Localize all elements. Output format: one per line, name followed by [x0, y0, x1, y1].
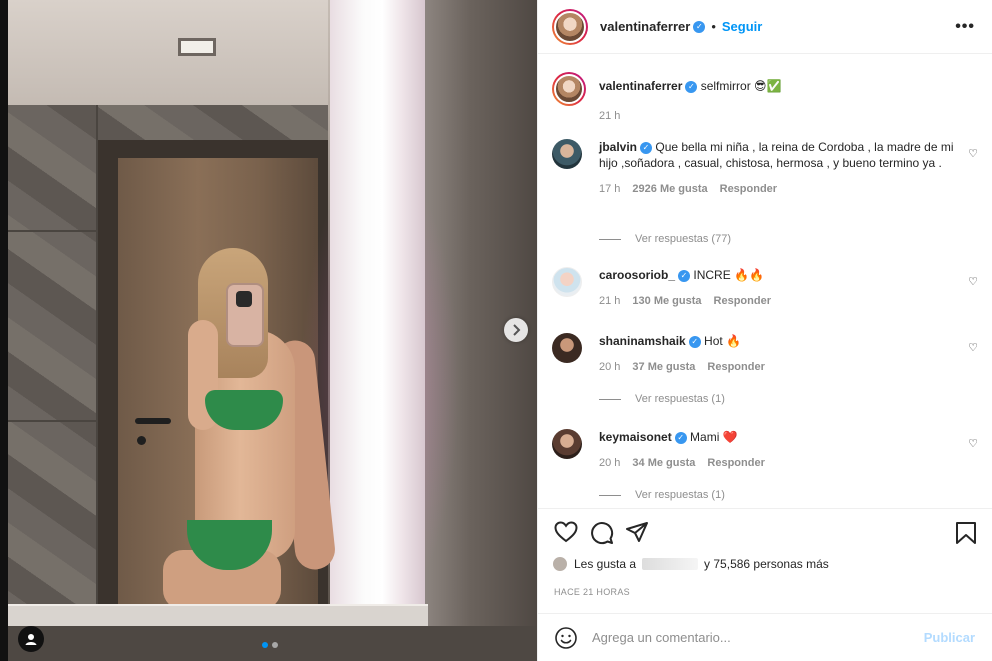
comment-like-heart-icon[interactable]: ♡ — [968, 275, 978, 288]
caption-text: selfmirror 😎✅ — [700, 79, 782, 93]
comment-time[interactable]: 20 h — [599, 359, 620, 375]
verified-icon: ✓ — [674, 431, 687, 444]
bookmark-icon[interactable] — [955, 521, 977, 545]
view-replies[interactable]: Ver respuestas (1) — [599, 489, 725, 501]
frame-edge — [0, 0, 8, 661]
comment-input[interactable] — [592, 630, 912, 645]
caption-body: valentinaferrer ✓ selfmirror 😎✅ 21 h — [599, 78, 964, 124]
comment-time[interactable]: 20 h — [599, 455, 620, 471]
chevron-right-icon — [513, 324, 521, 336]
emoji-icon[interactable] — [554, 626, 578, 650]
blurred-username — [642, 558, 699, 570]
caption-username[interactable]: valentinaferrer — [599, 79, 682, 93]
mirror-light — [330, 0, 425, 620]
share-icon[interactable] — [625, 521, 649, 543]
comment-body: caroosoriob_ ✓ INCRE 🔥🔥 21 h 130 Me gusta… — [599, 267, 964, 309]
tile-seam — [8, 420, 98, 422]
verified-icon: ✓ — [685, 80, 698, 93]
comment-likes[interactable]: 34 Me gusta — [632, 455, 695, 471]
verified-icon: ✓ — [688, 335, 701, 348]
comment-likes[interactable]: 37 Me gusta — [632, 359, 695, 375]
comment-text: Que bella mi niña , la reina de Cordoba … — [599, 140, 954, 170]
comment-time[interactable]: 17 h — [599, 181, 620, 197]
next-image-button[interactable] — [504, 318, 528, 342]
post-header: valentinaferrer ✓ • Seguir ••• — [538, 0, 992, 54]
likes-suffix[interactable]: y 75,586 personas más — [704, 557, 829, 571]
phone-camera — [236, 291, 252, 307]
separator-dot: • — [711, 19, 716, 34]
comment-username[interactable]: caroosoriob_ — [599, 268, 675, 282]
shelf — [8, 604, 428, 626]
replies-line — [599, 494, 621, 496]
comment-icon[interactable] — [590, 521, 614, 545]
avatar[interactable] — [552, 429, 582, 459]
comments-list[interactable]: valentinaferrer ✓ selfmirror 😎✅ 21 h jbal… — [538, 55, 992, 508]
replies-line — [599, 238, 621, 240]
comment-like-heart-icon[interactable]: ♡ — [968, 147, 978, 160]
verified-icon: ✓ — [640, 141, 653, 154]
comment-like-heart-icon[interactable]: ♡ — [968, 341, 978, 354]
view-replies-label[interactable]: Ver respuestas (77) — [635, 233, 731, 245]
carousel-dot — [262, 642, 268, 648]
caption-time[interactable]: 21 h — [599, 108, 620, 124]
comment-like-heart-icon[interactable]: ♡ — [968, 437, 978, 450]
comment-likes[interactable]: 130 Me gusta — [632, 293, 701, 309]
reply-button[interactable]: Responder — [720, 181, 777, 197]
publish-button[interactable]: Publicar — [924, 630, 975, 645]
replies-line — [599, 398, 621, 400]
action-bar — [538, 508, 992, 548]
comment-text: INCRE 🔥🔥 — [693, 268, 764, 282]
comment-body: keymaisonet ✓ Mami ❤️ 20 h 34 Me gusta Re… — [599, 429, 964, 471]
follow-button[interactable]: Seguir — [722, 19, 762, 34]
door-lock — [137, 436, 146, 445]
avatar[interactable] — [552, 8, 588, 45]
post-timestamp[interactable]: HACE 21 HORAS — [554, 587, 630, 597]
avatar — [552, 556, 568, 572]
liker-avatars — [552, 556, 568, 572]
ceiling-light — [178, 38, 216, 56]
view-replies-label[interactable]: Ver respuestas (1) — [635, 393, 725, 405]
comment-text: Hot 🔥 — [704, 334, 741, 348]
comment-username[interactable]: jbalvin — [599, 140, 637, 154]
verified-icon: ✓ — [693, 20, 706, 33]
user-tag-button[interactable] — [18, 626, 44, 652]
avatar[interactable] — [552, 267, 582, 297]
tile-seam — [8, 230, 98, 232]
door-handle — [135, 418, 171, 424]
comment-likes[interactable]: 2926 Me gusta — [632, 181, 707, 197]
view-replies[interactable]: Ver respuestas (77) — [599, 233, 731, 245]
avatar[interactable] — [552, 333, 582, 363]
ceiling — [8, 0, 328, 105]
author-username[interactable]: valentinaferrer — [600, 19, 690, 34]
heart-icon[interactable] — [554, 521, 578, 543]
likes-prefix: Les gusta a — [574, 557, 637, 571]
view-replies[interactable]: Ver respuestas (1) — [599, 393, 725, 405]
post-panel: valentinaferrer ✓ • Seguir ••• valentina… — [537, 0, 992, 661]
user-tag-icon — [25, 634, 37, 645]
reply-button[interactable]: Responder — [714, 293, 771, 309]
add-comment-bar: Publicar — [538, 613, 992, 661]
reply-button[interactable]: Responder — [707, 455, 764, 471]
post-image[interactable] — [0, 0, 537, 661]
avatar[interactable] — [552, 139, 582, 169]
comment-body: shaninamshaik ✓ Hot 🔥 20 h 37 Me gusta Re… — [599, 333, 964, 375]
avatar[interactable] — [552, 72, 586, 106]
carousel-dot — [272, 642, 278, 648]
comment-username[interactable]: keymaisonet — [599, 430, 672, 444]
comment-username[interactable]: shaninamshaik — [599, 334, 686, 348]
verified-icon: ✓ — [678, 269, 691, 282]
view-replies-label[interactable]: Ver respuestas (1) — [635, 489, 725, 501]
comment-time[interactable]: 21 h — [599, 293, 620, 309]
carousel-dots — [262, 642, 278, 648]
comment-text: Mami ❤️ — [690, 430, 738, 444]
likes-summary[interactable]: Les gusta a y 75,586 personas más — [552, 556, 829, 572]
comment-body: jbalvin ✓ Que bella mi niña , la reina de… — [599, 139, 964, 197]
more-options-icon[interactable]: ••• — [955, 18, 975, 36]
reply-button[interactable]: Responder — [707, 359, 764, 375]
